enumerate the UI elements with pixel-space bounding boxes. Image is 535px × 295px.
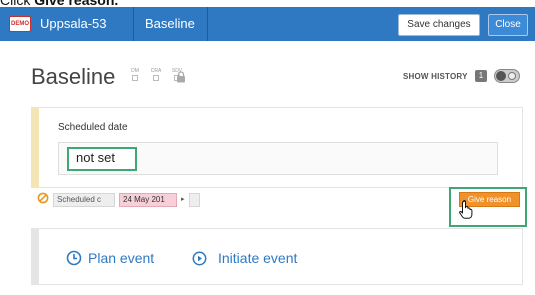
close-button[interactable]: Close: [488, 14, 528, 36]
lock-icon: [177, 71, 185, 83]
hand-cursor-icon: [459, 199, 473, 219]
date-chip: 24 May 201: [119, 193, 177, 207]
show-history-toggle[interactable]: [494, 69, 520, 83]
nav-divider: [133, 7, 134, 41]
play-circle-icon[interactable]: [192, 251, 207, 266]
toggle-ring-icon: [508, 72, 516, 80]
initiate-event-link[interactable]: Initiate event: [218, 249, 297, 267]
plan-event-link[interactable]: Plan event: [88, 249, 154, 267]
study-name-link[interactable]: Uppsala-53: [40, 14, 107, 34]
page-title: Baseline: [31, 64, 116, 89]
demo-badge: DEMO: [9, 16, 31, 32]
top-navigation-bar: DEMO Uppsala-53 Baseline Save changes Cl…: [0, 7, 535, 41]
show-history-label: SHOW HISTORY: [403, 72, 468, 81]
history-count-badge: 1: [475, 70, 487, 82]
flag-dm-label: DM: [131, 68, 139, 74]
item-status-stripe: [31, 107, 39, 188]
scheduled-chip: Scheduled c: [53, 193, 115, 207]
empty-chip: [189, 193, 200, 207]
flag-cra: CRA: [149, 68, 163, 81]
clock-icon[interactable]: [66, 250, 82, 266]
scheduled-date-value: not set: [76, 150, 116, 165]
scheduled-date-label: Scheduled date: [58, 122, 128, 133]
no-entry-icon: [37, 192, 49, 204]
flag-dm-checkbox: [132, 75, 138, 81]
flag-cra-checkbox: [153, 75, 159, 81]
chip-arrow-icon: ▸: [181, 196, 185, 203]
toggle-knob: [496, 71, 506, 81]
events-stripe: [31, 228, 39, 285]
instruction-text: Click Give reason.: [0, 0, 118, 7]
nav-divider: [207, 7, 208, 41]
flag-cra-label: CRA: [150, 68, 162, 74]
save-changes-button[interactable]: Save changes: [398, 14, 480, 36]
nav-item-baseline[interactable]: Baseline: [145, 14, 195, 34]
flag-dm: DM: [128, 68, 142, 81]
